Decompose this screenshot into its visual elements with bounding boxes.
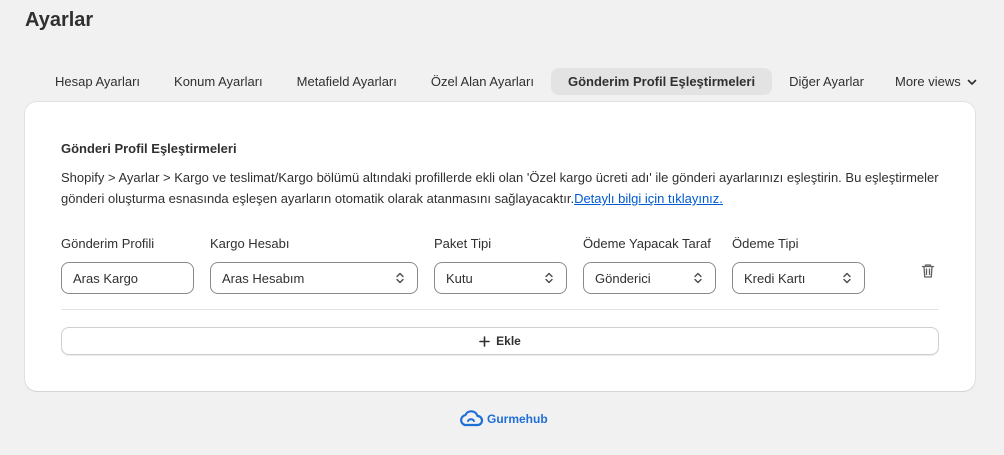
tab-ozel-alan-ayarlari[interactable]: Özel Alan Ayarları bbox=[414, 68, 551, 95]
tab-diger-ayarlar[interactable]: Diğer Ayarlar bbox=[772, 68, 881, 95]
shipping-profile-input[interactable]: Aras Kargo bbox=[61, 262, 194, 294]
card-description: Shopify > Ayarlar > Kargo ve teslimat/Ka… bbox=[61, 167, 951, 209]
cloud-icon bbox=[460, 410, 484, 427]
cargo-account-label: Kargo Hesabı bbox=[210, 236, 290, 251]
chevron-down-icon bbox=[967, 79, 977, 85]
divider bbox=[61, 309, 939, 310]
page: Ayarlar Hesap Ayarları Konum Ayarları Me… bbox=[0, 0, 1004, 455]
footer-brand: Gurmehub bbox=[487, 412, 548, 426]
add-button-label: Ekle bbox=[496, 334, 521, 348]
description-text: Shopify > Ayarlar > Kargo ve teslimat/Ka… bbox=[61, 170, 939, 206]
cargo-account-value: Aras Hesabım bbox=[222, 270, 305, 286]
trash-icon[interactable] bbox=[920, 263, 936, 279]
select-chevron-icon bbox=[545, 272, 553, 284]
tab-konum-ayarlari[interactable]: Konum Ayarları bbox=[157, 68, 280, 95]
settings-tabs: Hesap Ayarları Konum Ayarları Metafield … bbox=[38, 68, 978, 95]
card-title: Gönderi Profil Eşleştirmeleri bbox=[61, 141, 237, 156]
payment-type-select[interactable]: Kredi Kartı bbox=[732, 262, 865, 294]
details-link[interactable]: Detaylı bilgi için tıklayınız. bbox=[574, 191, 723, 206]
page-title: Ayarlar bbox=[25, 9, 94, 31]
more-views-button[interactable]: More views bbox=[881, 68, 978, 95]
payer-label: Ödeme Yapacak Taraf bbox=[583, 236, 711, 251]
plus-icon bbox=[479, 335, 490, 347]
add-button[interactable]: Ekle bbox=[61, 327, 939, 355]
payment-type-value: Kredi Kartı bbox=[744, 270, 806, 286]
select-chevron-icon bbox=[843, 272, 851, 284]
payer-select[interactable]: Gönderici bbox=[583, 262, 716, 294]
shipping-profile-label: Gönderim Profili bbox=[61, 236, 155, 251]
tab-gonderim-profil-eslestirmeleri[interactable]: Gönderim Profil Eşleştirmeleri bbox=[550, 68, 773, 95]
profile-mapping-card: Gönderi Profil Eşleştirmeleri Shopify > … bbox=[25, 102, 975, 391]
package-type-label: Paket Tipi bbox=[434, 236, 492, 251]
package-type-value: Kutu bbox=[446, 270, 473, 286]
shipping-profile-value: Aras Kargo bbox=[73, 270, 139, 286]
package-type-select[interactable]: Kutu bbox=[434, 262, 567, 294]
tab-hesap-ayarlari[interactable]: Hesap Ayarları bbox=[38, 68, 157, 95]
more-views-label: More views bbox=[895, 74, 961, 89]
select-chevron-icon bbox=[396, 272, 404, 284]
payer-value: Gönderici bbox=[595, 270, 651, 286]
cargo-account-select[interactable]: Aras Hesabım bbox=[210, 262, 418, 294]
gurmehub-logo[interactable]: Gurmehub bbox=[458, 408, 548, 430]
payment-type-label: Ödeme Tipi bbox=[732, 236, 799, 251]
tab-metafield-ayarlari[interactable]: Metafield Ayarları bbox=[280, 68, 414, 95]
select-chevron-icon bbox=[694, 272, 702, 284]
